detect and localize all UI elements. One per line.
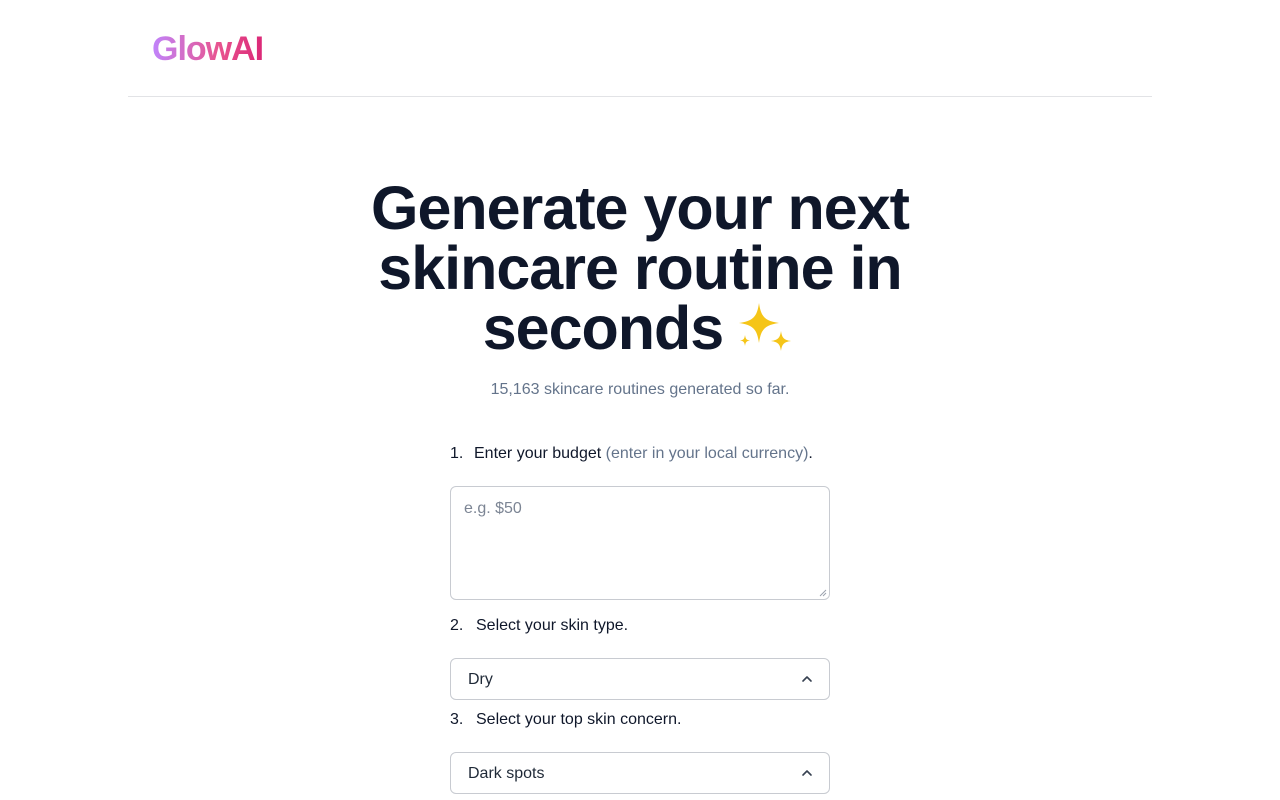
brand-logo[interactable]: GlowAI <box>152 29 264 69</box>
step-1-suffix: . <box>808 445 813 462</box>
step-1-label: 1. Enter your budget (enter in your local… <box>450 444 850 464</box>
step-2-number: 2. <box>450 617 464 634</box>
step-1-number: 1. <box>450 445 464 462</box>
skin-concern-selected: Dark spots <box>468 765 545 782</box>
title-line-1: Generate your next <box>371 174 910 242</box>
step-2-text: Select your skin type. <box>476 617 629 634</box>
step-2-label: 2. Select your skin type. <box>450 616 850 636</box>
routines-counter: 15,163 skincare routines generated so fa… <box>490 381 790 398</box>
skin-concern-select[interactable]: Dark spots <box>450 752 830 794</box>
chevron-up-icon <box>802 676 812 682</box>
resize-grip-icon[interactable] <box>819 589 827 597</box>
title-line-2: skincare routine in <box>378 234 902 302</box>
step-3-text: Select your top skin concern. <box>476 711 682 728</box>
step-3-number: 3. <box>450 711 464 728</box>
budget-input[interactable]: e.g. $50 <box>450 486 830 600</box>
step-1-text: Enter your budget <box>474 445 602 462</box>
page-title: Generate your next skincare routine in s… <box>0 174 1280 359</box>
title-line-3-text: seconds <box>482 294 724 362</box>
skin-type-select[interactable]: Dry <box>450 658 830 700</box>
title-line-3: seconds <box>0 298 1280 359</box>
budget-input-placeholder: e.g. $50 <box>464 500 522 517</box>
step-3-label: 3. Select your top skin concern. <box>450 710 850 730</box>
sparkles-icon <box>735 299 797 355</box>
skin-type-selected: Dry <box>468 671 493 688</box>
chevron-up-icon <box>802 770 812 776</box>
site-header: GlowAI <box>128 0 1152 97</box>
step-1-hint: (enter in your local currency) <box>605 445 809 462</box>
